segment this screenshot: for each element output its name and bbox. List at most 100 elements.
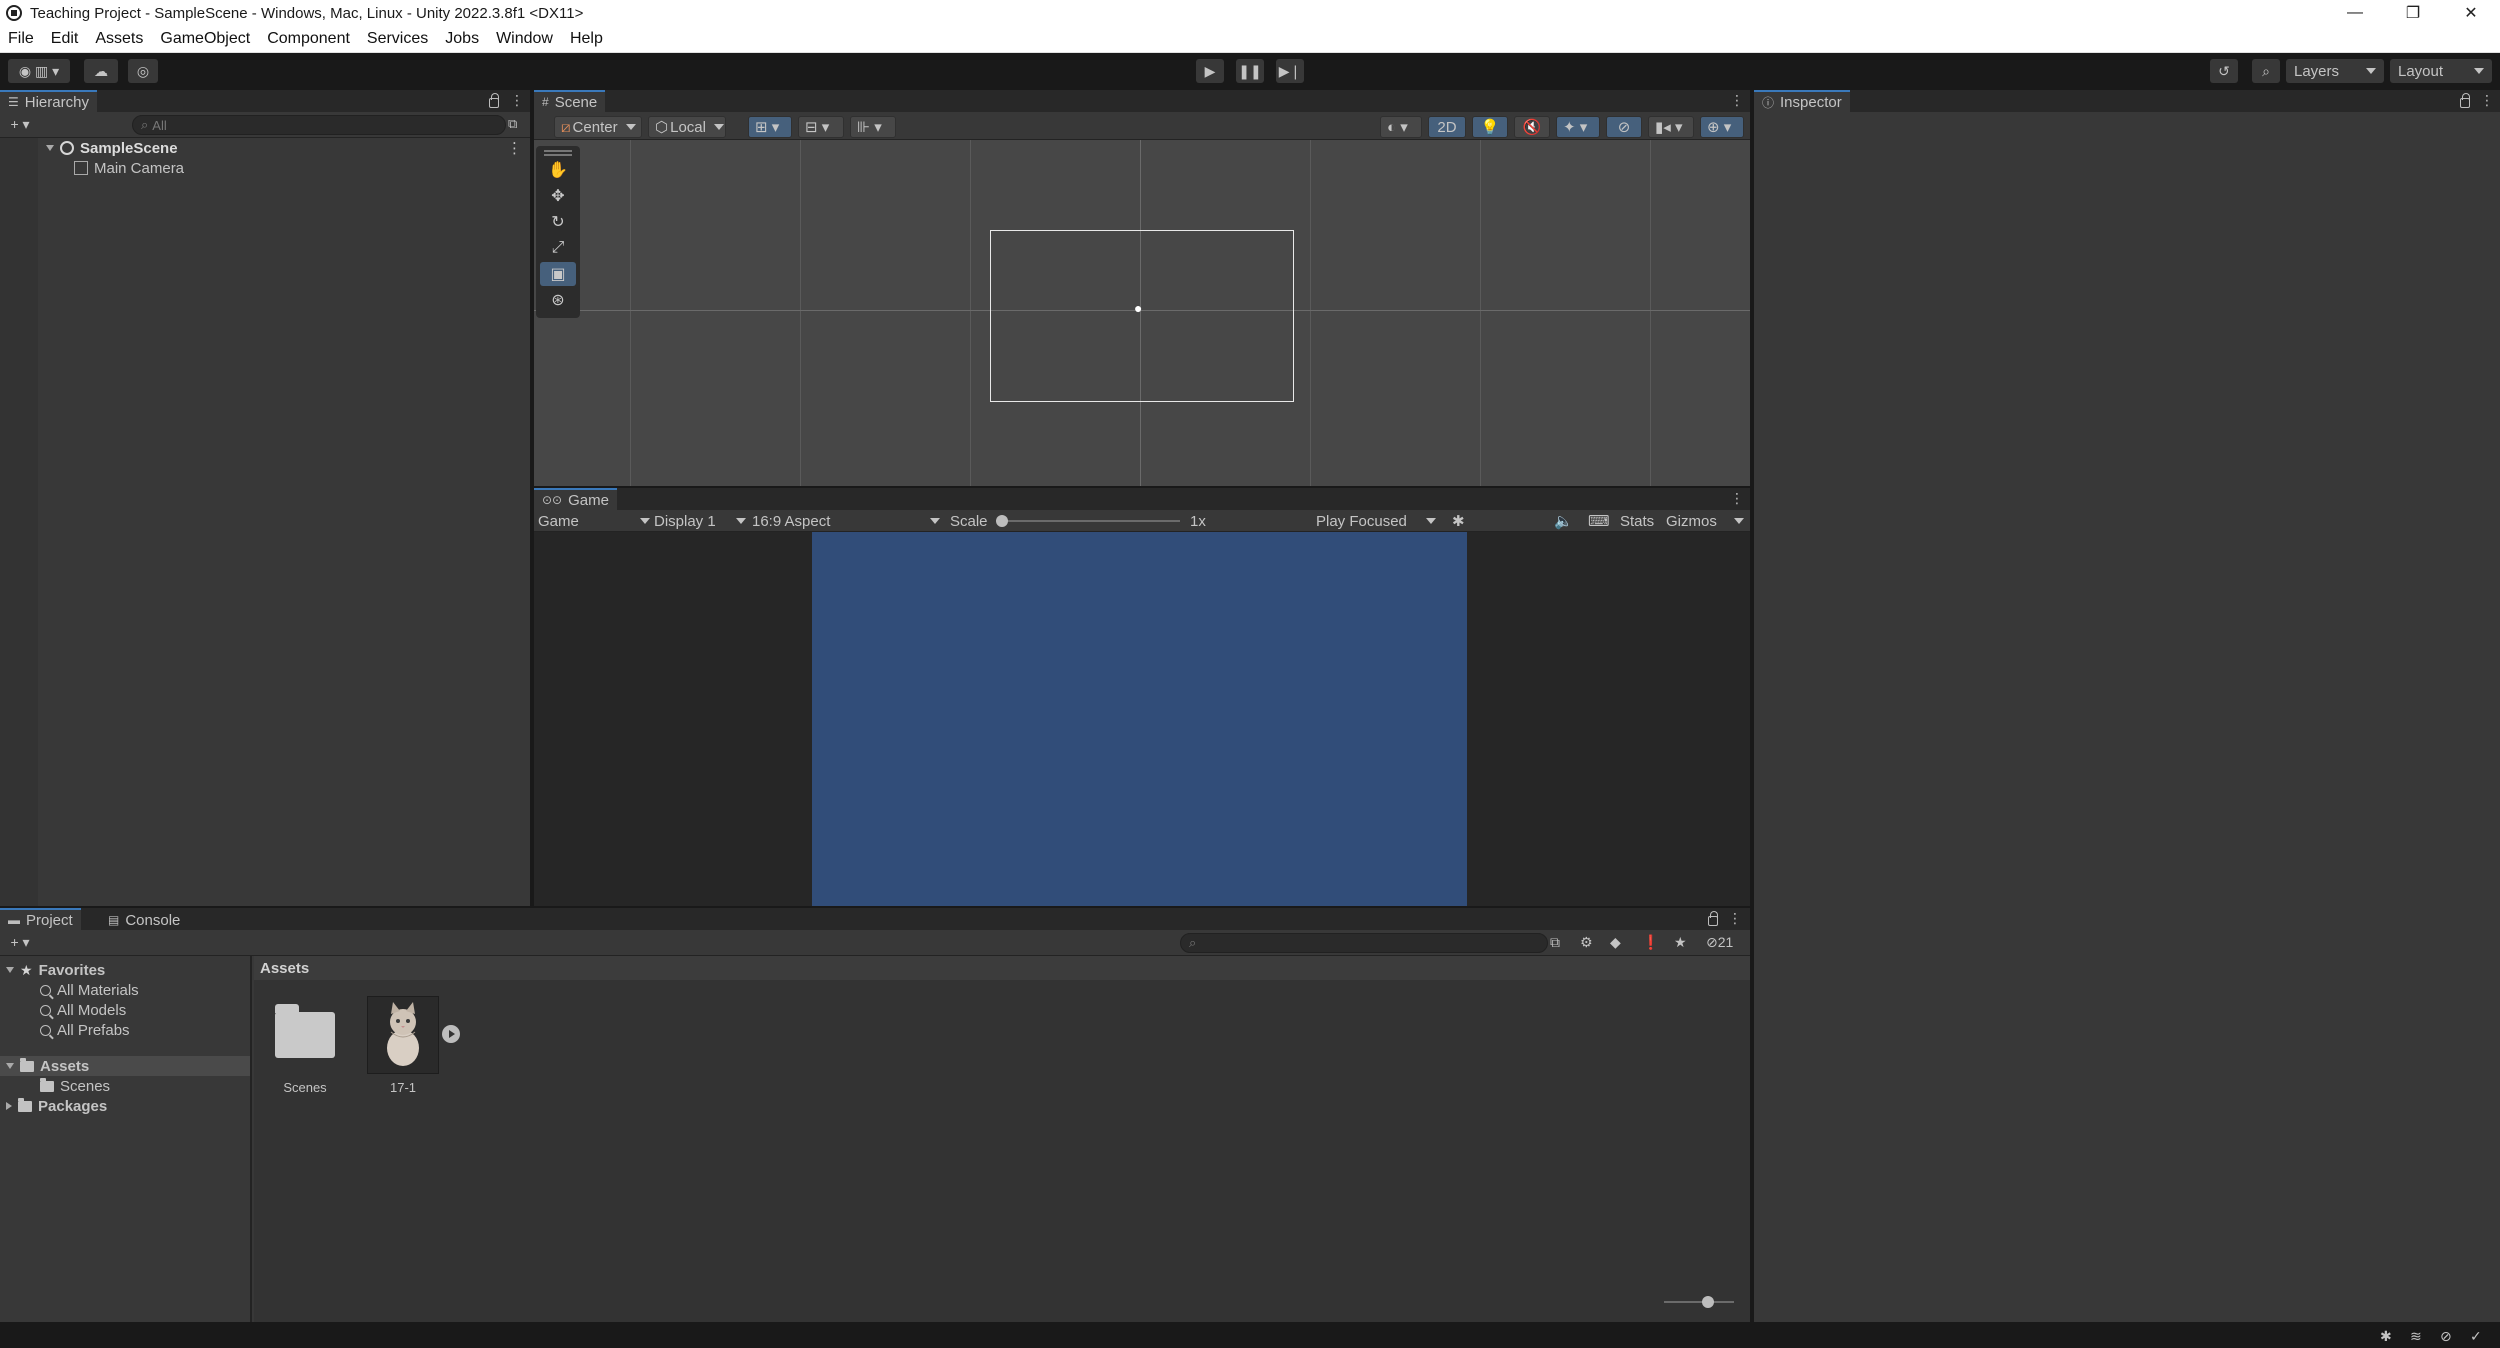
frame-debugger-toggle[interactable]: ✱ xyxy=(1452,510,1465,532)
mute-audio-toggle[interactable]: 🔈 xyxy=(1554,510,1573,532)
view-select-dropdown[interactable]: Game xyxy=(538,510,650,532)
audio-toggle[interactable]: 🔇 xyxy=(1514,116,1550,138)
play-button[interactable]: ▶ xyxy=(1196,59,1224,83)
menu-assets[interactable]: Assets xyxy=(95,30,143,48)
rotate-tool[interactable]: ↻ xyxy=(540,210,576,234)
camera-gizmo-icon[interactable]: ● xyxy=(1134,300,1142,316)
scene-row[interactable]: SampleScene ⋮ xyxy=(0,138,530,158)
pause-button[interactable]: ❚❚ xyxy=(1236,59,1264,83)
scale-slider-handle[interactable] xyxy=(996,515,1008,527)
game-viewport[interactable] xyxy=(534,532,1750,906)
display-select-dropdown[interactable]: Display 1 xyxy=(654,510,746,532)
grid-snap-button[interactable]: ⊞ ▾ xyxy=(748,116,792,138)
2d-mode-toggle[interactable]: 2D xyxy=(1428,116,1466,138)
bug-icon[interactable]: ✱ xyxy=(2380,1328,2392,1345)
gizmos-dropdown[interactable]: ⊕ ▾ xyxy=(1700,116,1744,138)
layers-stack-icon[interactable]: ≋ xyxy=(2410,1328,2422,1345)
tab-inspector[interactable]: ⓘ Inspector xyxy=(1754,90,1850,112)
network-icon[interactable]: ⊘ xyxy=(2440,1328,2452,1345)
tab-scene[interactable]: # Scene xyxy=(534,90,606,112)
create-asset-button[interactable]: + ▾ xyxy=(4,931,36,953)
expand-arrow-icon[interactable] xyxy=(6,1063,14,1069)
scale-tool[interactable]: ⤢ xyxy=(540,236,576,260)
collab-button[interactable]: ◎ xyxy=(128,59,158,83)
hidden-objects-toggle[interactable]: ⊘ xyxy=(1606,116,1642,138)
pivot-dropdown[interactable]: ⧄ Center xyxy=(554,116,642,138)
lock-icon[interactable] xyxy=(2460,93,2470,108)
tree-item-all-prefabs[interactable]: All Prefabs xyxy=(0,1020,250,1040)
tree-item-packages[interactable]: Packages xyxy=(0,1096,250,1116)
layout-dropdown[interactable]: Layout xyxy=(2390,59,2492,83)
close-button[interactable]: ✕ xyxy=(2442,0,2500,26)
more-options-icon[interactable]: ⋮ xyxy=(1728,910,1742,927)
tab-console[interactable]: ▤ Console xyxy=(100,908,189,930)
hidden-packages-toggle[interactable]: ⊘ 21 xyxy=(1706,934,1733,951)
more-options-icon[interactable]: ⋮ xyxy=(2480,92,2494,109)
grid-visibility-button[interactable]: ⊪ ▾ xyxy=(850,116,896,138)
menu-services[interactable]: Services xyxy=(367,30,428,48)
stats-toggle[interactable]: Stats xyxy=(1620,510,1654,532)
step-button[interactable]: ▶❘ xyxy=(1276,59,1304,83)
restore-button[interactable]: ❐ xyxy=(2384,0,2442,26)
tree-item-all-models[interactable]: All Models xyxy=(0,1000,250,1020)
more-options-icon[interactable]: ⋮ xyxy=(1730,92,1744,109)
search-button[interactable]: ⌕ xyxy=(2252,59,2280,83)
icon-size-slider-track[interactable] xyxy=(1664,1301,1734,1303)
camera-bounds-rect[interactable] xyxy=(990,230,1294,402)
scale-slider-track[interactable] xyxy=(1002,520,1180,522)
effects-dropdown[interactable]: ✦ ▾ xyxy=(1556,116,1600,138)
more-options-icon[interactable]: ⋮ xyxy=(510,92,524,109)
project-search-input[interactable]: ⌕ xyxy=(1180,933,1548,953)
tree-item-scenes[interactable]: Scenes xyxy=(0,1076,250,1096)
tree-item-all-materials[interactable]: All Materials xyxy=(0,980,250,1000)
menu-file[interactable]: File xyxy=(8,30,34,48)
hand-tool[interactable]: ✋ xyxy=(540,158,576,182)
game-render-area[interactable] xyxy=(812,532,1467,906)
menu-component[interactable]: Component xyxy=(267,30,350,48)
menu-gameobject[interactable]: GameObject xyxy=(160,30,250,48)
expand-arrow-icon[interactable] xyxy=(6,1102,12,1110)
more-options-icon[interactable]: ⋮ xyxy=(1730,490,1744,507)
tree-item-favorites[interactable]: ★ Favorites xyxy=(0,960,250,980)
star-icon[interactable]: ★ xyxy=(1674,934,1687,951)
expand-arrow-icon[interactable] xyxy=(46,145,54,151)
more-options-icon[interactable]: ⋮ xyxy=(507,139,522,157)
lock-icon[interactable] xyxy=(489,93,499,108)
expand-arrow-icon[interactable] xyxy=(6,967,14,973)
aspect-select-dropdown[interactable]: 16:9 Aspect xyxy=(752,510,940,532)
menu-window[interactable]: Window xyxy=(496,30,553,48)
increment-snap-button[interactable]: ⊟ ▾ xyxy=(798,116,844,138)
rect-tool[interactable]: ▣ xyxy=(540,262,576,286)
space-dropdown[interactable]: ⬡ Local xyxy=(648,116,726,138)
tab-game[interactable]: ⊙⊙ Game xyxy=(534,488,617,510)
breadcrumb-item[interactable]: Assets xyxy=(260,960,309,977)
warning-icon[interactable]: ❗ xyxy=(1642,934,1659,951)
menu-edit[interactable]: Edit xyxy=(51,30,79,48)
keyboard-shortcuts-toggle[interactable]: ⌨ xyxy=(1588,510,1610,532)
tab-hierarchy[interactable]: ☰ Hierarchy xyxy=(0,90,97,112)
scene-viewport[interactable]: ● ✋ ✥ ↻ ⤢ ▣ ⊛ xyxy=(534,140,1750,486)
minimize-button[interactable]: — xyxy=(2326,0,2384,26)
hierarchy-item-main-camera[interactable]: Main Camera xyxy=(0,158,530,178)
asset-item-video[interactable]: 17-1 xyxy=(364,996,460,1095)
menu-jobs[interactable]: Jobs xyxy=(445,30,479,48)
camera-settings-dropdown[interactable]: ▮◂ ▾ xyxy=(1648,116,1694,138)
drag-handle-icon[interactable] xyxy=(544,150,572,156)
lock-icon[interactable] xyxy=(1708,911,1718,926)
search-by-label-icon[interactable]: ⚙ xyxy=(1580,934,1593,951)
transform-tool[interactable]: ⊛ xyxy=(540,288,576,312)
asset-item-scenes[interactable]: Scenes xyxy=(266,996,344,1095)
play-mode-dropdown[interactable]: Play Focused xyxy=(1316,510,1436,532)
gizmos-toggle[interactable]: Gizmos xyxy=(1666,510,1744,532)
lighting-toggle[interactable]: 💡 xyxy=(1472,116,1508,138)
check-circle-icon[interactable]: ✓ xyxy=(2470,1328,2482,1345)
search-options-icon[interactable]: ⧉ xyxy=(508,116,517,132)
hierarchy-search-input[interactable]: ⌕ All xyxy=(132,115,506,135)
tag-icon[interactable]: ◆ xyxy=(1610,934,1621,951)
icon-size-slider-handle[interactable] xyxy=(1702,1296,1714,1308)
play-icon[interactable] xyxy=(442,1025,460,1043)
tab-project[interactable]: ▬ Project xyxy=(0,908,81,930)
create-button[interactable]: + ▾ xyxy=(4,113,36,135)
cloud-button[interactable]: ☁ xyxy=(84,59,118,83)
tree-item-assets[interactable]: Assets xyxy=(0,1056,250,1076)
